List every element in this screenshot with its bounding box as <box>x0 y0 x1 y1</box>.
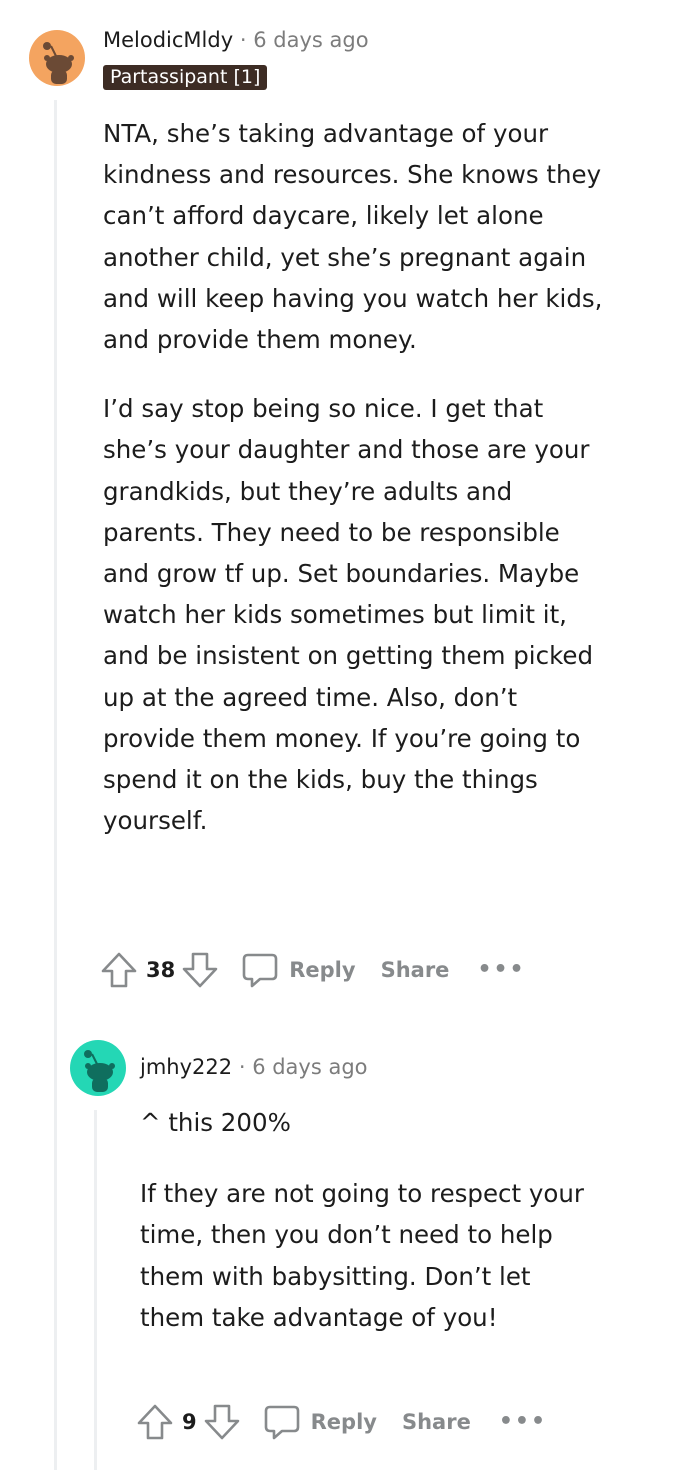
comment-paragraph: NTA, she’s taking advantage of your kind… <box>103 119 603 355</box>
comment-paragraph: I’d say stop being so nice. I get that s… <box>103 394 594 836</box>
meta-separator: · <box>238 1055 246 1079</box>
snoo-avatar-icon <box>70 1040 126 1096</box>
downvote-button[interactable] <box>203 1403 241 1441</box>
share-label: Share <box>380 958 450 982</box>
vote-count: 9 <box>182 1410 197 1434</box>
ellipsis-icon: ••• <box>477 957 526 982</box>
avatar[interactable] <box>29 30 85 86</box>
comment-meta: jmhy222 · 6 days ago <box>140 1055 368 1079</box>
speech-bubble-icon <box>264 1405 299 1440</box>
user-flair: Partassipant [1] <box>103 65 268 90</box>
comment-actions: 38 Reply Share ••• <box>100 948 526 992</box>
username[interactable]: MelodicMldy <box>103 28 233 52</box>
comment-body: ^ this 200% If they are not going to res… <box>140 1102 600 1338</box>
downvote-arrow-icon <box>182 952 218 988</box>
speech-bubble-icon <box>242 953 278 988</box>
share-button[interactable]: Share <box>381 958 450 982</box>
ellipsis-icon: ••• <box>498 1409 548 1434</box>
thread-line-comment-1[interactable] <box>54 100 57 1470</box>
upvote-button[interactable] <box>136 1403 174 1441</box>
meta-separator: · <box>239 28 247 52</box>
comment-paragraph: If they are not going to respect your ti… <box>140 1179 585 1332</box>
downvote-arrow-icon <box>204 1404 239 1440</box>
vote-count: 38 <box>146 958 176 982</box>
more-options-button[interactable]: ••• <box>477 959 525 981</box>
share-label: Share <box>401 1410 471 1434</box>
upvote-arrow-icon <box>101 952 137 988</box>
upvote-button[interactable] <box>100 951 138 989</box>
downvote-button[interactable] <box>181 951 219 989</box>
upvote-arrow-icon <box>137 1404 173 1440</box>
reply-label: Reply <box>310 1410 377 1434</box>
comment-meta: MelodicMldy · 6 days ago <box>103 28 369 52</box>
avatar[interactable] <box>70 1040 126 1096</box>
reply-label: Reply <box>289 958 356 982</box>
snoo-avatar-icon <box>29 30 85 86</box>
reply-button[interactable]: Reply <box>263 1403 377 1441</box>
comment-actions: 9 Reply Share ••• <box>136 1400 547 1444</box>
more-options-button[interactable]: ••• <box>499 1411 547 1433</box>
timestamp[interactable]: 6 days ago <box>252 1055 367 1079</box>
comment-paragraph: ^ this 200% <box>140 1108 291 1137</box>
username[interactable]: jmhy222 <box>140 1055 232 1079</box>
reply-button[interactable]: Reply <box>241 951 356 989</box>
comment-body: NTA, she’s taking advantage of your kind… <box>103 113 603 841</box>
thread-line-comment-2[interactable] <box>94 1110 97 1470</box>
share-button[interactable]: Share <box>402 1410 471 1434</box>
timestamp[interactable]: 6 days ago <box>253 28 368 52</box>
